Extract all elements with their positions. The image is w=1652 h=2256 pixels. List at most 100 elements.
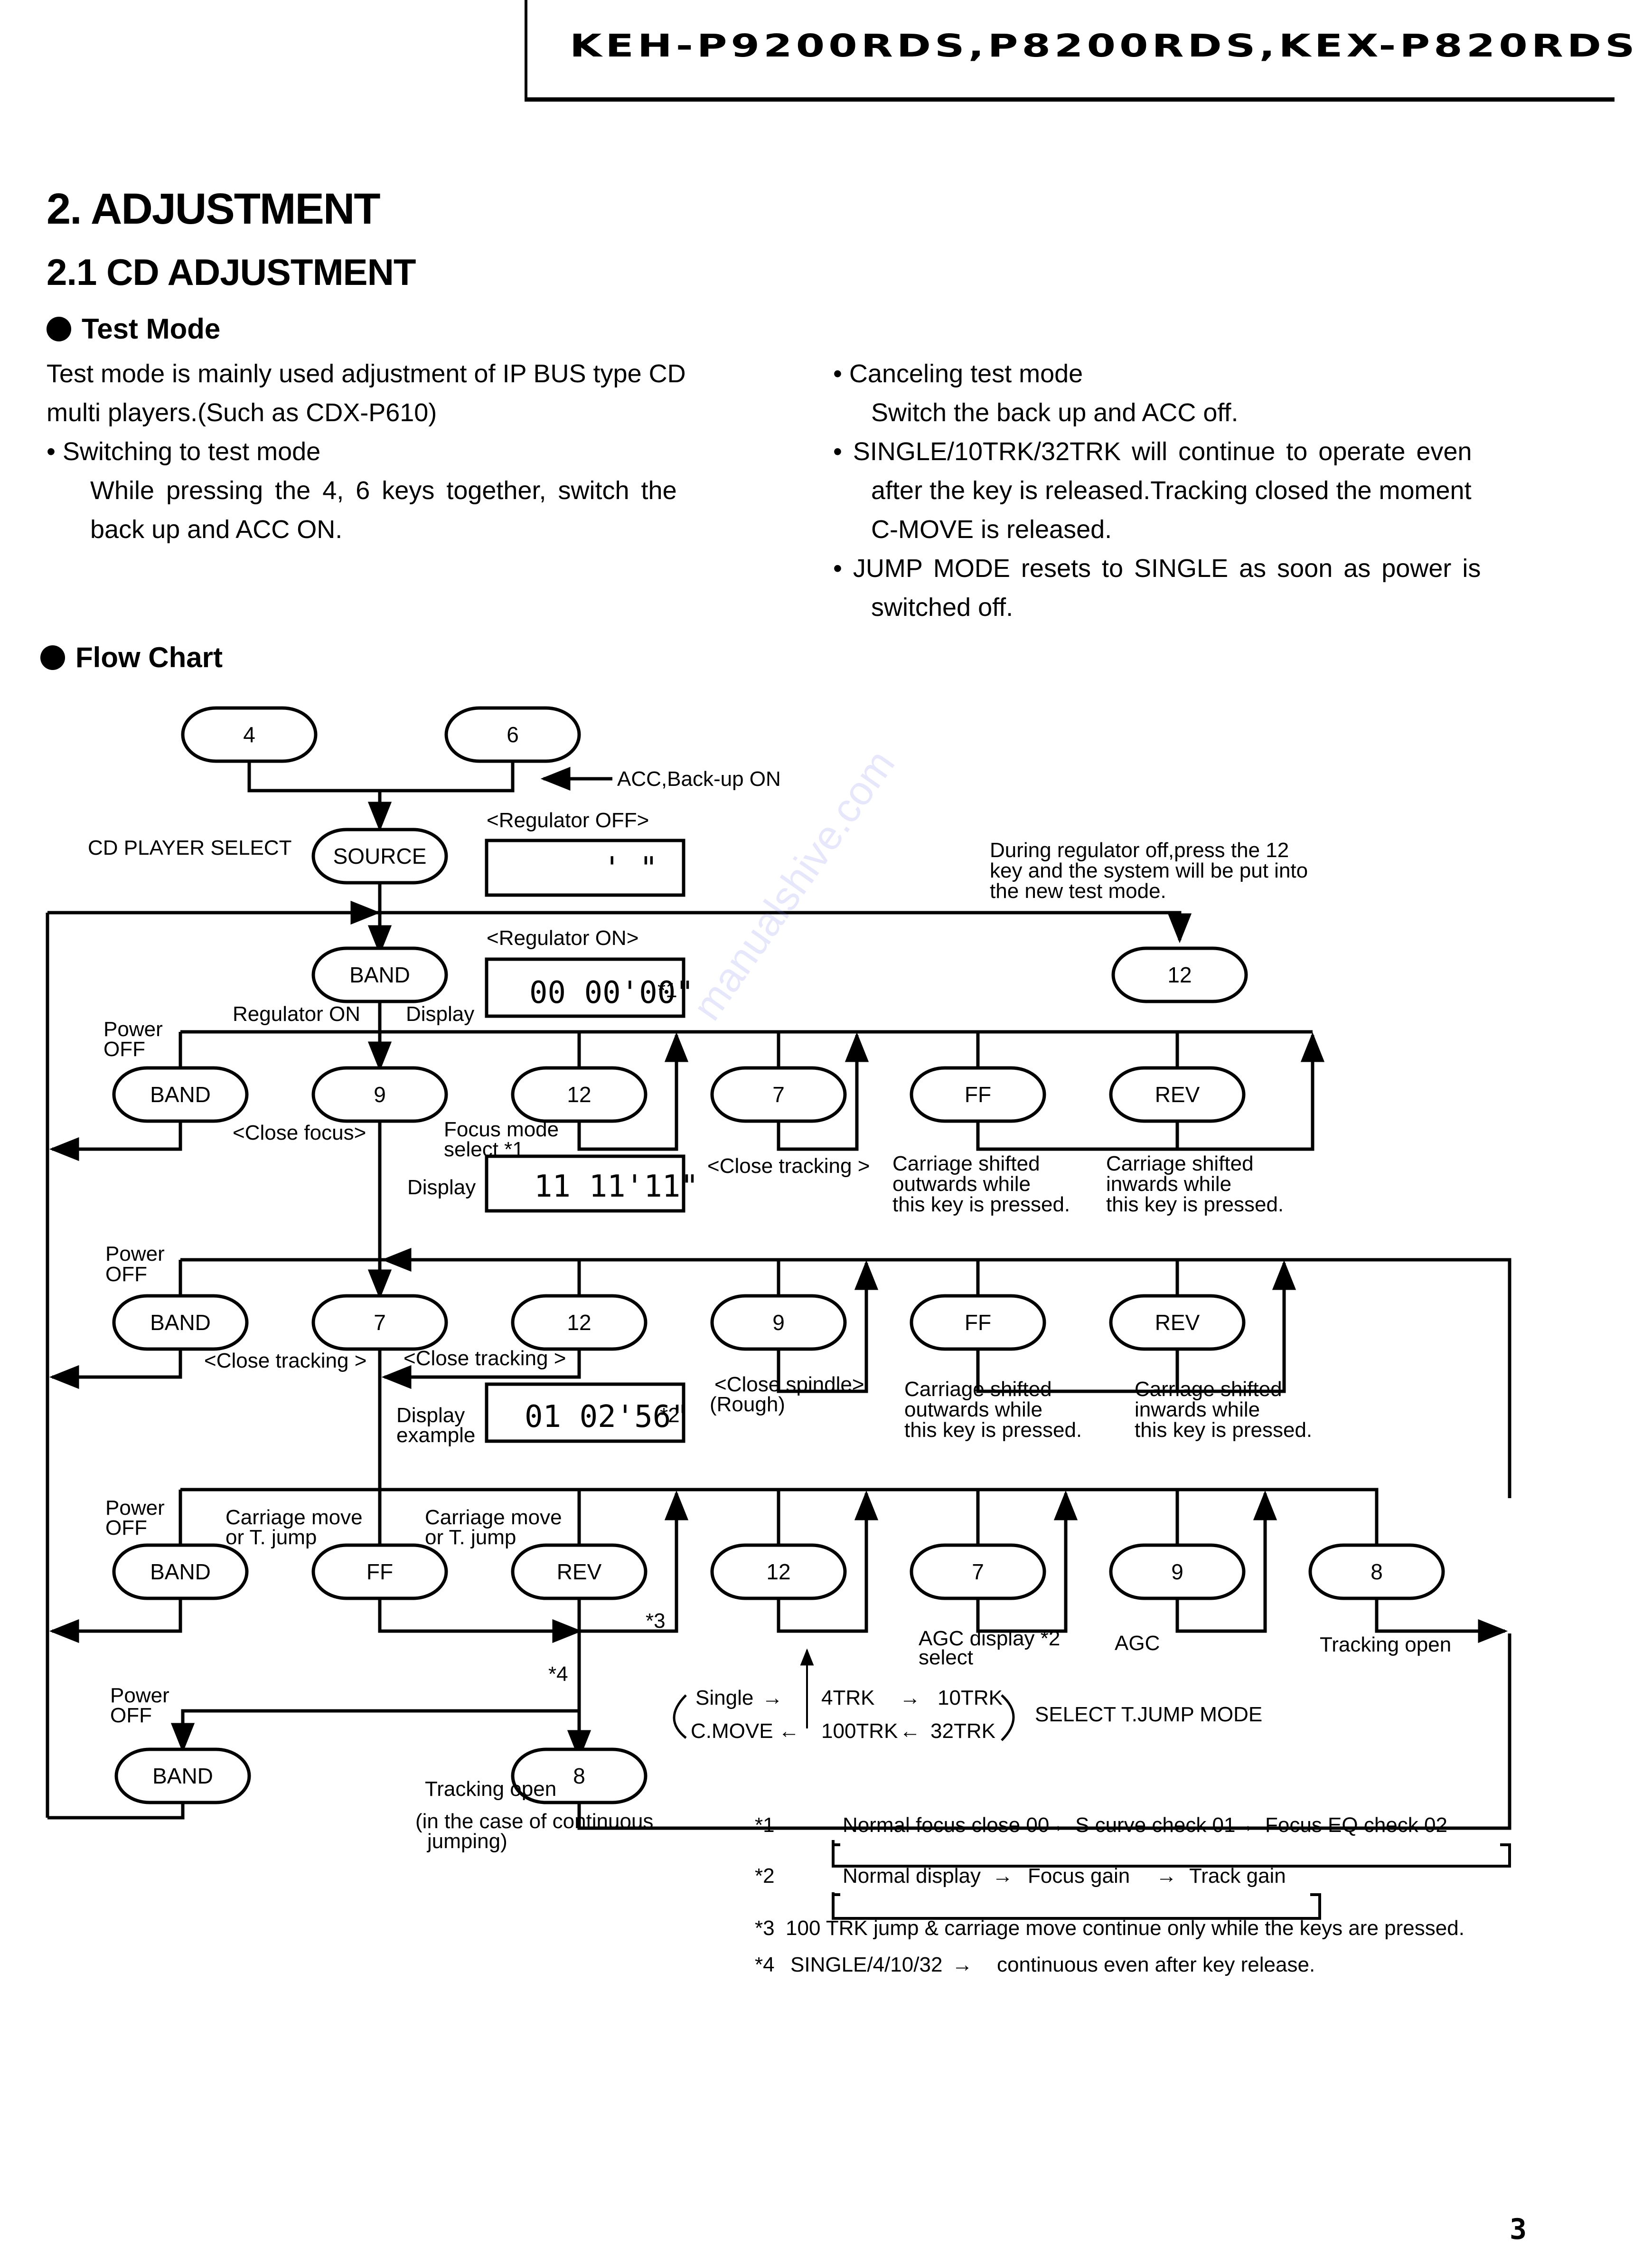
row3-key-7-button[interactable]: 7 — [910, 1543, 1046, 1600]
row2-key-12-button[interactable]: 12 — [511, 1294, 648, 1351]
new-test-mode-note-line: key and the system will be put into — [990, 859, 1308, 882]
display-note: *2 — [660, 1404, 680, 1427]
key-6-button[interactable]: 6 — [444, 706, 581, 763]
power-off-label: OFF — [105, 1516, 147, 1539]
key-12-button[interactable]: 12 — [1111, 946, 1248, 1003]
ff-move-note: or T. jump — [225, 1526, 317, 1549]
page-number: 3 — [1510, 2213, 1527, 2246]
row1-key-12-button[interactable]: 12 — [511, 1066, 648, 1123]
display-note: *1 — [657, 979, 677, 1002]
rev-note: Carriage shifted — [1106, 1152, 1254, 1175]
jump-mode-32trk: 32TRK — [930, 1719, 995, 1743]
row3-ff-button[interactable]: FF — [311, 1543, 448, 1600]
band-button[interactable]: BAND — [311, 946, 448, 1003]
tracking-open-label: Tracking open — [1320, 1633, 1451, 1656]
new-test-mode-note-line: the new test mode. — [990, 879, 1166, 903]
row1-display-value: 11 11'11" — [534, 1169, 699, 1204]
jump-mode-4trk: 4TRK — [821, 1686, 874, 1709]
regulator-off-display-value: ' " — [603, 851, 658, 886]
close-tracking-label: <Close tracking > — [404, 1347, 566, 1370]
agc-label: AGC — [1115, 1632, 1160, 1655]
select-jump-mode-label: SELECT T.JUMP MODE — [1035, 1703, 1262, 1726]
key-label: 6 — [507, 722, 519, 747]
key-label: 12 — [1167, 963, 1192, 987]
key-label: 12 — [567, 1082, 591, 1107]
key-label: REV — [1155, 1082, 1200, 1107]
key-label: FF — [965, 1082, 991, 1107]
arrow — [170, 1709, 579, 1753]
key-label: BAND — [152, 1764, 213, 1788]
jump-mode-cmove: C.MOVE — [691, 1719, 773, 1743]
connector — [47, 1802, 185, 1820]
row1-key-7-button[interactable]: 7 — [710, 1066, 847, 1123]
row3-key-9-button[interactable]: 9 — [1109, 1543, 1246, 1600]
arrow-left-icon: ← — [900, 1719, 920, 1743]
close-focus-label: <Close focus> — [233, 1121, 366, 1144]
arrow-right-icon: → — [762, 1686, 783, 1709]
key-label: 9 — [374, 1082, 386, 1107]
footnote-4-mark: *4 — [755, 1953, 775, 1976]
key-label: 7 — [374, 1310, 386, 1335]
jump-mode-10trk: 10TRK — [938, 1686, 1003, 1709]
key-label: BAND — [349, 963, 410, 987]
row3-key-8-button[interactable]: 8 — [1308, 1543, 1445, 1600]
row1-key-9-button[interactable]: 9 — [311, 1066, 448, 1123]
row2-rev-button[interactable]: REV — [1109, 1294, 1246, 1351]
rev-note: inwards while — [1106, 1172, 1231, 1196]
key-4-button[interactable]: 4 — [181, 706, 318, 763]
cycle-arrow — [1001, 1694, 1015, 1741]
jump-mode-single: Single — [695, 1686, 753, 1709]
row1-rev-button[interactable]: REV — [1109, 1066, 1246, 1123]
ff-note: Carriage shifted — [892, 1152, 1040, 1175]
source-button[interactable]: SOURCE — [311, 828, 448, 885]
rev-note: Carriage shifted — [1135, 1378, 1282, 1401]
arrow — [378, 1598, 582, 1643]
key-label: SOURCE — [333, 844, 427, 868]
footnote-3-mark: *3 — [755, 1916, 775, 1940]
row2-ff-button[interactable]: FF — [910, 1294, 1046, 1351]
key-label: FF — [366, 1559, 393, 1584]
power-off-label: OFF — [110, 1704, 152, 1727]
row2-key-9-button[interactable]: 9 — [710, 1294, 847, 1351]
row2-key-7-button[interactable]: 7 — [311, 1294, 448, 1351]
ff-note: outwards while — [892, 1172, 1031, 1196]
footnote-3-text: 100 TRK jump & carriage move continue on… — [786, 1916, 1464, 1940]
jump-mode-100trk: 100TRK — [821, 1719, 898, 1743]
continuous-note: jumping) — [426, 1830, 507, 1853]
arrow-right-icon: → — [1044, 1813, 1065, 1837]
key-label: REV — [557, 1559, 602, 1584]
footnote-bracket-1 — [832, 1840, 1511, 1868]
row1-band-button[interactable]: BAND — [112, 1066, 249, 1123]
power-off-label: OFF — [105, 1263, 147, 1286]
regulator-on-label: <Regulator ON> — [487, 926, 638, 950]
new-test-mode-note-line: During regulator off,press the 12 — [990, 839, 1289, 862]
row3-band-button[interactable]: BAND — [112, 1543, 249, 1600]
focus-mode-label: select *1 — [444, 1138, 524, 1161]
footnote-4-text: SINGLE/4/10/32 — [790, 1953, 942, 1976]
regulator-off-label: <Regulator OFF> — [487, 809, 649, 832]
footnote-1-step: S curve check 01 — [1075, 1813, 1236, 1837]
ff-note: Carriage shifted — [904, 1378, 1052, 1401]
key-label: 9 — [772, 1310, 785, 1335]
key-label: 8 — [1370, 1559, 1383, 1584]
row4-band-button[interactable]: BAND — [114, 1747, 251, 1804]
cycle-arrow — [673, 1694, 687, 1739]
key-label: BAND — [150, 1082, 211, 1107]
row1-ff-button[interactable]: FF — [910, 1066, 1046, 1123]
key-label: FF — [965, 1310, 991, 1335]
row2-band-button[interactable]: BAND — [112, 1294, 249, 1351]
row3-key-12-button[interactable]: 12 — [710, 1543, 847, 1600]
arrow — [1375, 1598, 1508, 1643]
arrow-right-icon: → — [952, 1953, 973, 1976]
star4-mark: *4 — [548, 1662, 568, 1686]
agc-display-label: select — [919, 1646, 973, 1669]
close-tracking-label: <Close tracking > — [204, 1349, 366, 1372]
row3-rev-button[interactable]: REV — [511, 1543, 648, 1600]
footnote-1-step: Normal focus close 00 — [843, 1813, 1049, 1837]
arrow — [49, 1349, 182, 1389]
footnote-1-step: Focus EQ check 02 — [1265, 1813, 1447, 1837]
key-label: 9 — [1171, 1559, 1183, 1584]
flowchart: 4 6 SOURCE BAND 12 BAND 9 12 7 FF REV BAND 7 12 9 FF REV… — [46, 706, 1511, 1976]
arrow-left-icon: ← — [779, 1719, 799, 1743]
power-off-label: Power — [105, 1242, 165, 1265]
